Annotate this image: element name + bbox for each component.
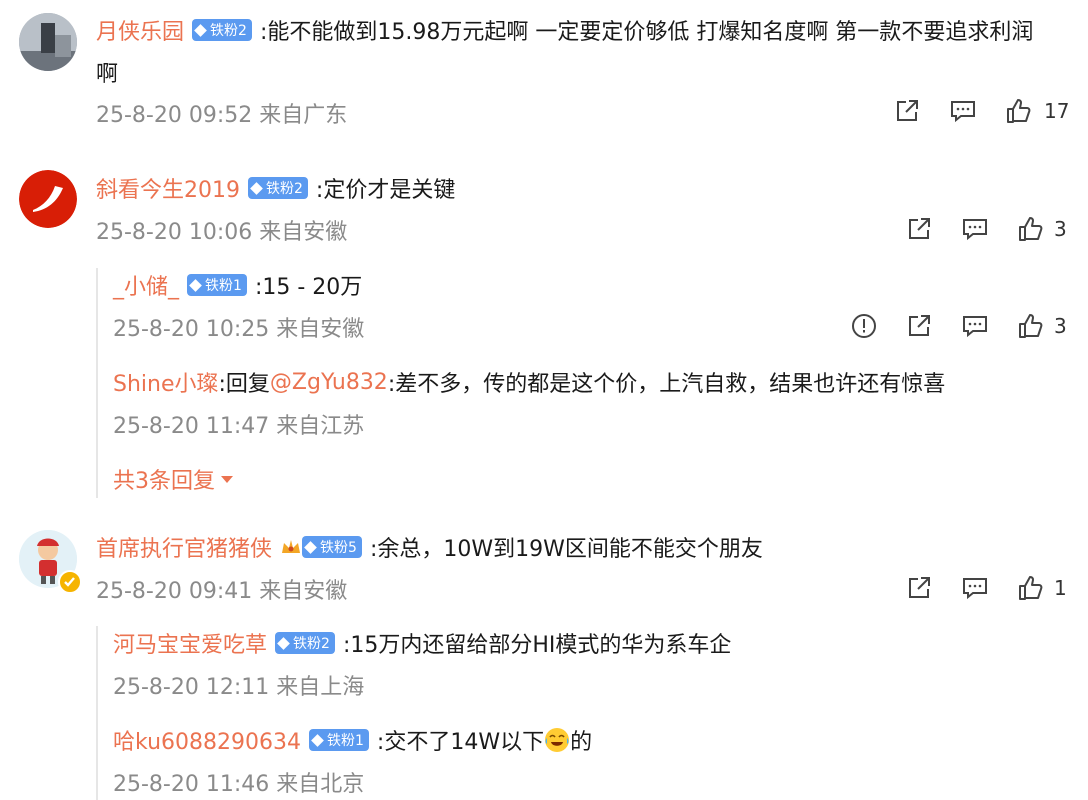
comment-meta: 25-8-20 10:06 来自安徽 xyxy=(96,220,348,245)
verified-badge-icon xyxy=(58,570,82,594)
like-count: 17 xyxy=(1044,99,1070,123)
comment-text: :余总，10W到19W区间能不能交个朋友 xyxy=(369,537,763,562)
fan-badge: 铁粉5 xyxy=(302,536,362,558)
like-icon[interactable] xyxy=(1004,97,1032,125)
reply-prefix: :回复 xyxy=(218,372,270,397)
reply-text: :交不了14W以下 xyxy=(376,730,545,755)
fan-badge: 铁粉2 xyxy=(248,177,308,199)
share-icon[interactable] xyxy=(905,312,933,340)
like-count: 3 xyxy=(1054,314,1067,338)
comment-text-continued: 啊 xyxy=(96,62,119,87)
reply-text: :差不多，传的都是这个价，上汽自救，结果也许还有惊喜 xyxy=(387,372,946,397)
share-icon[interactable] xyxy=(905,574,933,602)
comment-icon[interactable] xyxy=(961,312,989,340)
comment-icon[interactable] xyxy=(961,574,989,602)
comment-meta: 25-8-20 09:52 来自广东 xyxy=(96,103,348,128)
laughing-crying-emoji-icon xyxy=(544,727,570,753)
caret-down-icon xyxy=(221,476,233,483)
avatar[interactable] xyxy=(19,170,77,228)
share-icon[interactable] xyxy=(893,97,921,125)
reply-meta: 25-8-20 11:47 来自江苏 xyxy=(113,414,365,439)
fan-badge: 铁粉2 xyxy=(192,19,252,41)
username[interactable]: 斜看今生2019 xyxy=(96,172,240,204)
username[interactable]: 月侠乐园 xyxy=(96,14,184,46)
reply-meta: 25-8-20 11:46 来自北京 xyxy=(113,772,365,797)
like-count: 1 xyxy=(1054,576,1067,600)
reply-thread-line xyxy=(96,268,98,498)
reply-text: :15万内还留给部分HI模式的华为系车企 xyxy=(342,633,732,658)
comment-text: :能不能做到15.98万元起啊 一定要定价够低 打爆知名度啊 第一款不要追求利润 xyxy=(259,20,1034,45)
crown-icon xyxy=(280,536,302,558)
comment-text: :定价才是关键 xyxy=(315,178,456,203)
share-icon[interactable] xyxy=(905,215,933,243)
reply-text: :15 - 20万 xyxy=(254,275,363,300)
fan-badge: 铁粉1 xyxy=(187,274,247,296)
diamond-icon xyxy=(250,181,263,195)
diamond-icon xyxy=(194,23,207,37)
username[interactable]: Shine小璨 xyxy=(113,366,219,398)
username[interactable]: 首席执行官猪猪侠 xyxy=(96,531,272,563)
diamond-icon xyxy=(189,278,202,292)
reply-meta: 25-8-20 12:11 来自上海 xyxy=(113,675,365,700)
comment-meta: 25-8-20 09:41 来自安徽 xyxy=(96,579,348,604)
mention-link[interactable]: @ZgYu832 xyxy=(270,370,388,395)
username[interactable]: 哈ku6088290634 xyxy=(113,724,301,756)
username[interactable]: 河马宝宝爱吃草 xyxy=(113,627,267,659)
fan-badge: 铁粉1 xyxy=(308,729,369,751)
reply-thread-line xyxy=(96,626,98,800)
like-icon[interactable] xyxy=(1016,312,1044,340)
like-icon[interactable] xyxy=(1016,574,1044,602)
diamond-icon xyxy=(311,733,324,747)
username[interactable]: _小储_ xyxy=(113,269,179,301)
reply-text-suffix: 的 xyxy=(570,730,593,755)
comment-icon[interactable] xyxy=(949,97,977,125)
more-replies-link[interactable]: 共3条回复 xyxy=(113,463,235,495)
like-icon[interactable] xyxy=(1016,215,1044,243)
reply-meta: 25-8-20 10:25 来自安徽 xyxy=(113,317,365,342)
diamond-icon xyxy=(304,540,317,554)
avatar[interactable] xyxy=(19,13,77,71)
comment-icon[interactable] xyxy=(961,215,989,243)
like-count: 3 xyxy=(1054,217,1067,241)
fan-badge: 铁粉2 xyxy=(275,632,335,654)
report-icon[interactable] xyxy=(850,312,878,340)
diamond-icon xyxy=(277,636,290,650)
